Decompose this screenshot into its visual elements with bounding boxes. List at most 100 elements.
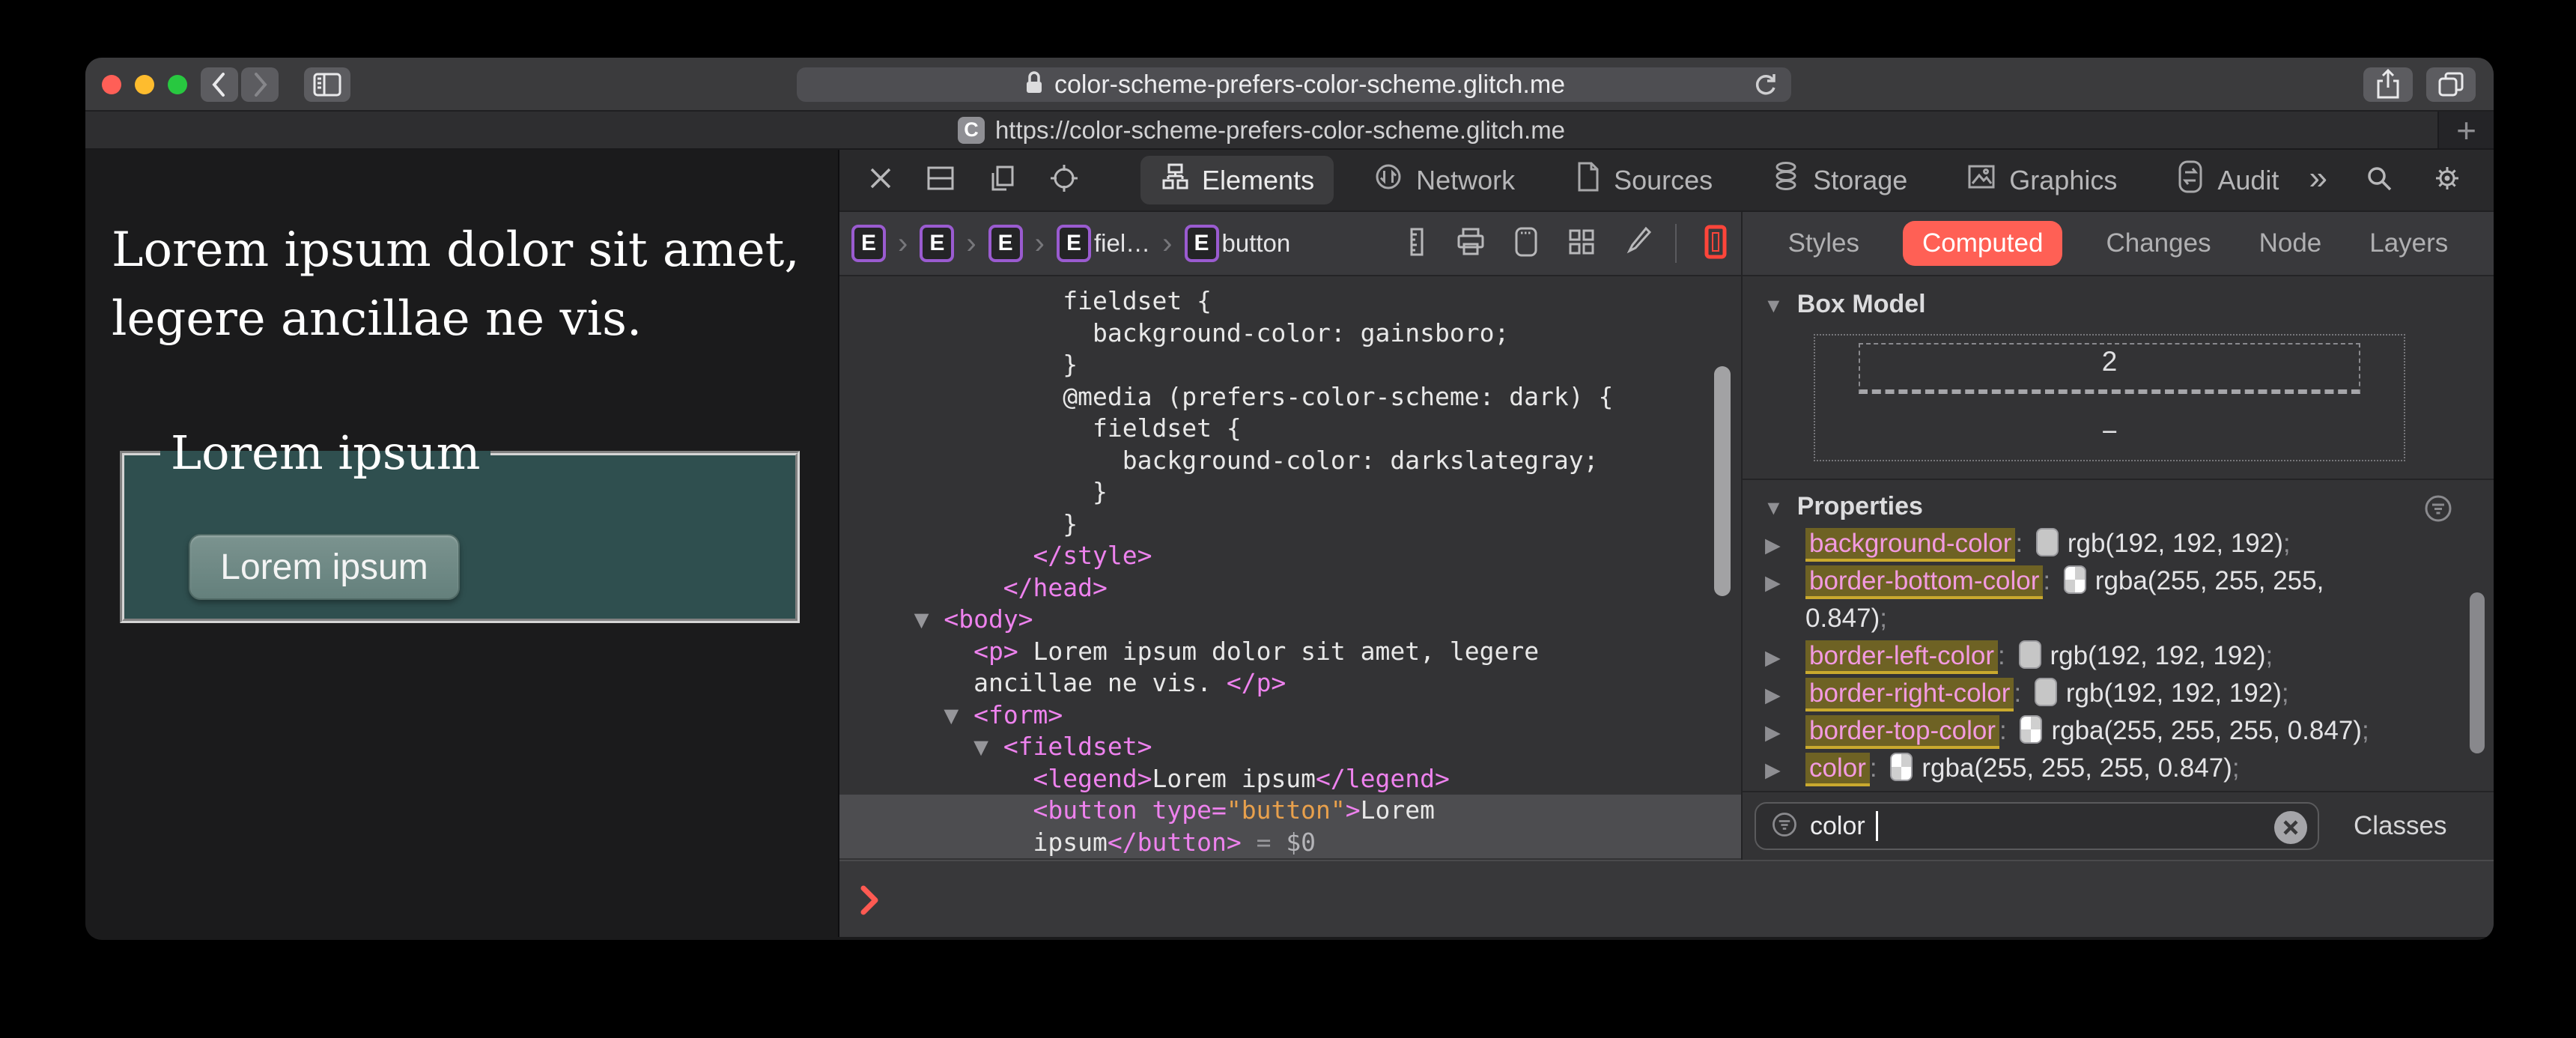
code-line-selected[interactable]: <button type="button">Lorem <box>839 795 1741 827</box>
forward-button[interactable] <box>241 67 279 102</box>
breadcrumb-item[interactable]: Efiel… <box>1056 225 1150 262</box>
dom-tree-panel[interactable]: fieldset { background-color: gainsboro; … <box>839 276 1741 860</box>
back-button[interactable] <box>201 67 238 102</box>
sidebar-tab-styles[interactable]: Styles <box>1784 221 1864 266</box>
box-model-header[interactable]: Box Model <box>1764 285 1926 323</box>
color-swatch[interactable] <box>2034 678 2057 706</box>
print-styles-button[interactable] <box>1455 226 1486 261</box>
fieldset-legend: Lorem ipsum <box>171 425 481 480</box>
code-line[interactable]: <legend>Lorem ipsum</legend> <box>839 763 1741 795</box>
code-line[interactable]: ancillae ne vis. </p> <box>839 667 1741 699</box>
property-row-border-right-color[interactable]: border-right-color: rgb(192, 192, 192); <box>1743 675 2461 712</box>
breadcrumb-item[interactable]: E <box>851 225 886 262</box>
dock-bottom-button[interactable] <box>925 163 956 197</box>
filter-input[interactable]: color <box>1755 802 2319 850</box>
code-line[interactable]: ▼ <body> <box>839 604 1741 636</box>
paint-brush-button[interactable] <box>1621 225 1652 262</box>
lorem-button[interactable]: Lorem ipsum <box>189 534 460 600</box>
breadcrumb-item[interactable]: E <box>988 225 1023 262</box>
close-window-button[interactable] <box>102 75 121 94</box>
property-row-background-color[interactable]: background-color: rgb(192, 192, 192); <box>1743 525 2461 562</box>
settings-gear-button[interactable] <box>2431 162 2464 198</box>
breadcrumb-item[interactable]: Ebutton <box>1184 225 1290 262</box>
disclosure-right-icon[interactable] <box>1765 712 1781 751</box>
search-button[interactable] <box>2363 163 2395 198</box>
tabs-overview-button[interactable] <box>2426 67 2476 102</box>
code-scrollbar[interactable] <box>1714 366 1731 596</box>
property-row-border-left-color[interactable]: border-left-color: rgb(192, 192, 192); <box>1743 637 2461 675</box>
tab-url: https://color-scheme-prefers-color-schem… <box>994 115 1566 144</box>
disclosure-right-icon[interactable] <box>1765 637 1781 676</box>
property-row-border-bottom-color[interactable]: border-bottom-color: rgba(255, 255, 255, <box>1743 562 2461 600</box>
disclosure-right-icon[interactable] <box>1765 525 1781 564</box>
browser-tab[interactable]: C https://color-scheme-prefers-color-sch… <box>85 112 2437 148</box>
element-highlight-button[interactable] <box>1701 224 1731 264</box>
code-line[interactable]: } <box>839 509 1741 541</box>
sidebar-tab-layers[interactable]: Layers <box>2365 221 2452 266</box>
sidebar-tab-computed[interactable]: Computed <box>1902 221 2063 266</box>
sidebar-scrollbar[interactable] <box>2470 592 2485 753</box>
inspector-tab-audit[interactable]: Audit <box>2156 154 2298 207</box>
detach-inspector-button[interactable] <box>986 163 1018 197</box>
code-line[interactable]: fieldset { <box>839 285 1741 318</box>
property-row-color[interactable]: color: rgba(255, 255, 255, 0.847); <box>1743 750 2461 787</box>
device-settings-button[interactable] <box>1510 225 1542 262</box>
code-line[interactable]: <p> Lorem ipsum dolor sit amet, legere <box>839 636 1741 668</box>
ruler-button[interactable] <box>1403 226 1431 261</box>
inspector-tab-elements[interactable]: Elements <box>1140 156 1334 204</box>
zoom-window-button[interactable] <box>168 75 187 94</box>
code-line[interactable]: ▼ <fieldset> <box>839 731 1741 763</box>
code-line-selected[interactable]: ipsum</button> = $0 <box>839 826 1741 858</box>
code-line[interactable]: background-color: gainsboro; <box>839 318 1741 350</box>
classes-button[interactable]: Classes <box>2354 811 2446 841</box>
properties-list: background-color: rgb(192, 192, 192);bor… <box>1743 525 2461 787</box>
code-line[interactable]: ▼ <form> <box>839 699 1741 732</box>
code-line[interactable]: </style> <box>839 540 1741 572</box>
inspector-tab-label: Elements <box>1202 164 1315 195</box>
sidebar-icon <box>312 70 343 99</box>
sidebar-tab-node[interactable]: Node <box>2255 221 2327 266</box>
clear-filter-button[interactable] <box>2274 811 2307 844</box>
color-swatch[interactable] <box>1890 753 1913 781</box>
disclosure-down-icon[interactable] <box>1764 290 1784 319</box>
property-row-border-top-color[interactable]: border-top-color: rgba(255, 255, 255, 0.… <box>1743 712 2461 750</box>
code-line[interactable]: @media (prefers-color-scheme: dark) { <box>839 381 1741 413</box>
share-button[interactable] <box>2363 67 2413 102</box>
properties-filter-icon[interactable] <box>2422 492 2455 529</box>
url-field[interactable]: color-scheme-prefers-color-scheme.glitch… <box>797 67 1791 102</box>
section-divider <box>1743 479 2494 480</box>
minimize-window-button[interactable] <box>135 75 154 94</box>
code-line[interactable]: } <box>839 349 1741 381</box>
console-prompt-bar[interactable] <box>839 860 2494 937</box>
inspector-tab-sources[interactable]: Sources <box>1554 154 1732 206</box>
graphics-icon <box>1966 162 1997 198</box>
sidebar-toggle-button[interactable] <box>304 67 350 102</box>
disclosure-right-icon[interactable] <box>1765 562 1781 601</box>
code-line[interactable]: background-color: darkslategray; <box>839 445 1741 477</box>
code-line[interactable]: fieldset { <box>839 413 1741 445</box>
inspector-tab-network[interactable]: Network <box>1353 155 1534 205</box>
color-swatch[interactable] <box>2018 640 2041 669</box>
code-line[interactable]: } <box>839 476 1741 509</box>
breadcrumb-item[interactable]: E <box>920 225 955 262</box>
element-picker-button[interactable] <box>1048 162 1081 198</box>
disclosure-right-icon[interactable] <box>1765 675 1781 714</box>
color-swatch[interactable] <box>2020 715 2043 744</box>
property-value: rgba(255, 255, 255, 0.847) <box>2051 716 2362 745</box>
disclosure-down-icon[interactable] <box>1764 492 1784 521</box>
disclosure-right-icon[interactable] <box>1765 750 1781 789</box>
color-swatch[interactable] <box>2035 528 2059 556</box>
more-tabs-button[interactable]: » <box>2309 161 2327 199</box>
inspector-tab-graphics[interactable]: Graphics <box>1946 156 2136 204</box>
code-line[interactable]: </head> <box>839 572 1741 604</box>
reload-button[interactable] <box>1752 71 1779 98</box>
sidebar-tab-changes[interactable]: Changes <box>2101 221 2215 266</box>
color-swatch[interactable] <box>2063 565 2086 594</box>
forward-chevron-icon <box>246 70 273 99</box>
grid-overlay-button[interactable] <box>1566 226 1597 261</box>
properties-header[interactable]: Properties <box>1764 488 1923 525</box>
inspector-tab-label: Graphics <box>2009 164 2118 195</box>
inspector-tab-storage[interactable]: Storage <box>1752 154 1927 206</box>
close-inspector-button[interactable] <box>866 164 895 196</box>
new-tab-button[interactable]: + <box>2437 111 2494 150</box>
